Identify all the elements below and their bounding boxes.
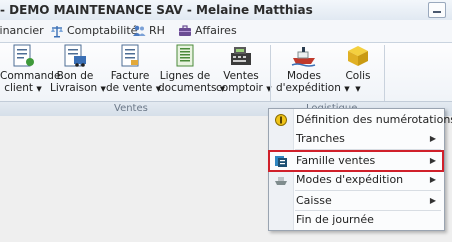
module-tabs: Financier Comptabilité RH Affaires: [0, 20, 452, 43]
button-label-line1: Modes: [286, 70, 322, 82]
colis-button[interactable]: Colis ▼: [338, 44, 378, 100]
menu-item-label: Caisse: [296, 194, 332, 207]
commande-client-button[interactable]: Commande client ▼: [0, 44, 61, 100]
window-title: - DEMO MAINTENANCE SAV - Melaine Matthia…: [0, 3, 313, 17]
submenu-arrow-icon: ▶: [429, 175, 436, 184]
bon-de-livraison-button[interactable]: Bon de Livraison ▼: [50, 44, 106, 100]
button-label-line2: documents: [158, 82, 217, 94]
title-bar: - DEMO MAINTENANCE SAV - Melaine Matthia…: [0, 0, 452, 20]
button-label-line1: Ventes: [223, 70, 259, 82]
lignes-de-documents-button[interactable]: Lignes de documents ▼: [158, 44, 225, 100]
group-label-ventes: Ventes: [114, 103, 148, 114]
menu-item-tranches[interactable]: Tranches ▶: [270, 130, 442, 148]
numbering-icon: [275, 114, 287, 126]
sales-family-icon: [275, 156, 287, 167]
tab-label: Financier: [0, 24, 44, 37]
ship-icon: [291, 44, 317, 68]
modes-expedition-button[interactable]: Modes d'expédition ▼: [276, 44, 350, 100]
button-label-line2: Livraison: [50, 82, 98, 94]
hr-users-icon: [133, 25, 146, 36]
button-label-line1: Colis: [345, 70, 371, 82]
menu-item-label: Modes d'expédition: [296, 173, 404, 186]
button-label-line1: Bon de: [56, 70, 94, 82]
menu-item-modes-expedition[interactable]: Modes d'expédition ▶: [270, 171, 442, 189]
dropdown-arrow-icon: ▼: [36, 85, 42, 93]
menu-item-label: Tranches: [296, 132, 345, 145]
ventes-comptoir-button[interactable]: Ventes comptoir ▼: [216, 44, 272, 100]
dropdown-arrow-icon: ▼: [355, 85, 361, 93]
package-icon: [345, 44, 371, 68]
tab-label: RH: [149, 24, 165, 37]
menu-item-label: Famille ventes: [296, 154, 376, 167]
menu-item-definition-numerotations[interactable]: Définition des numérotations: [270, 111, 452, 129]
delivery-note-icon: [62, 44, 88, 68]
menu-item-label: Fin de journée: [296, 213, 374, 226]
button-label-line2: d'expédition: [276, 82, 341, 94]
menu-separator: [295, 149, 441, 150]
button-label-line1: Lignes de: [159, 70, 211, 82]
button-label-line1: Facture: [110, 70, 150, 82]
menu-item-caisse[interactable]: Caisse ▶: [270, 192, 442, 210]
order-icon: [10, 44, 36, 68]
button-label-line2: comptoir: [216, 82, 263, 94]
menu-item-label: Définition des numérotations: [296, 113, 452, 126]
shipping-mode-icon: [275, 177, 287, 185]
invoice-icon: [117, 44, 143, 68]
menu-item-fin-de-journee[interactable]: Fin de journée: [270, 211, 442, 229]
facture-de-vente-button[interactable]: Facture de vente ▼: [106, 44, 161, 100]
accounting-scale-icon: [51, 26, 63, 38]
menu-separator: [295, 190, 441, 191]
menu-item-famille-ventes[interactable]: Famille ventes ▶: [268, 150, 444, 172]
button-label-line2: client: [4, 82, 34, 94]
cash-register-icon: [228, 44, 254, 68]
button-label-line1: Commande: [0, 70, 61, 82]
minimize-button[interactable]: [428, 2, 446, 18]
tab-label: Comptabilité: [67, 24, 138, 37]
button-label-line2: de vente: [106, 82, 153, 94]
document-lines-icon: [172, 44, 198, 68]
submenu-arrow-icon: ▶: [429, 196, 436, 205]
tab-label: Affaires: [195, 24, 237, 37]
submenu-arrow-icon: ▶: [429, 134, 436, 143]
submenu-arrow-icon: ▶: [429, 156, 436, 165]
business-briefcase-icon: [179, 25, 191, 36]
dropdown-menu: Définition des numérotations Tranches ▶ …: [268, 108, 452, 231]
